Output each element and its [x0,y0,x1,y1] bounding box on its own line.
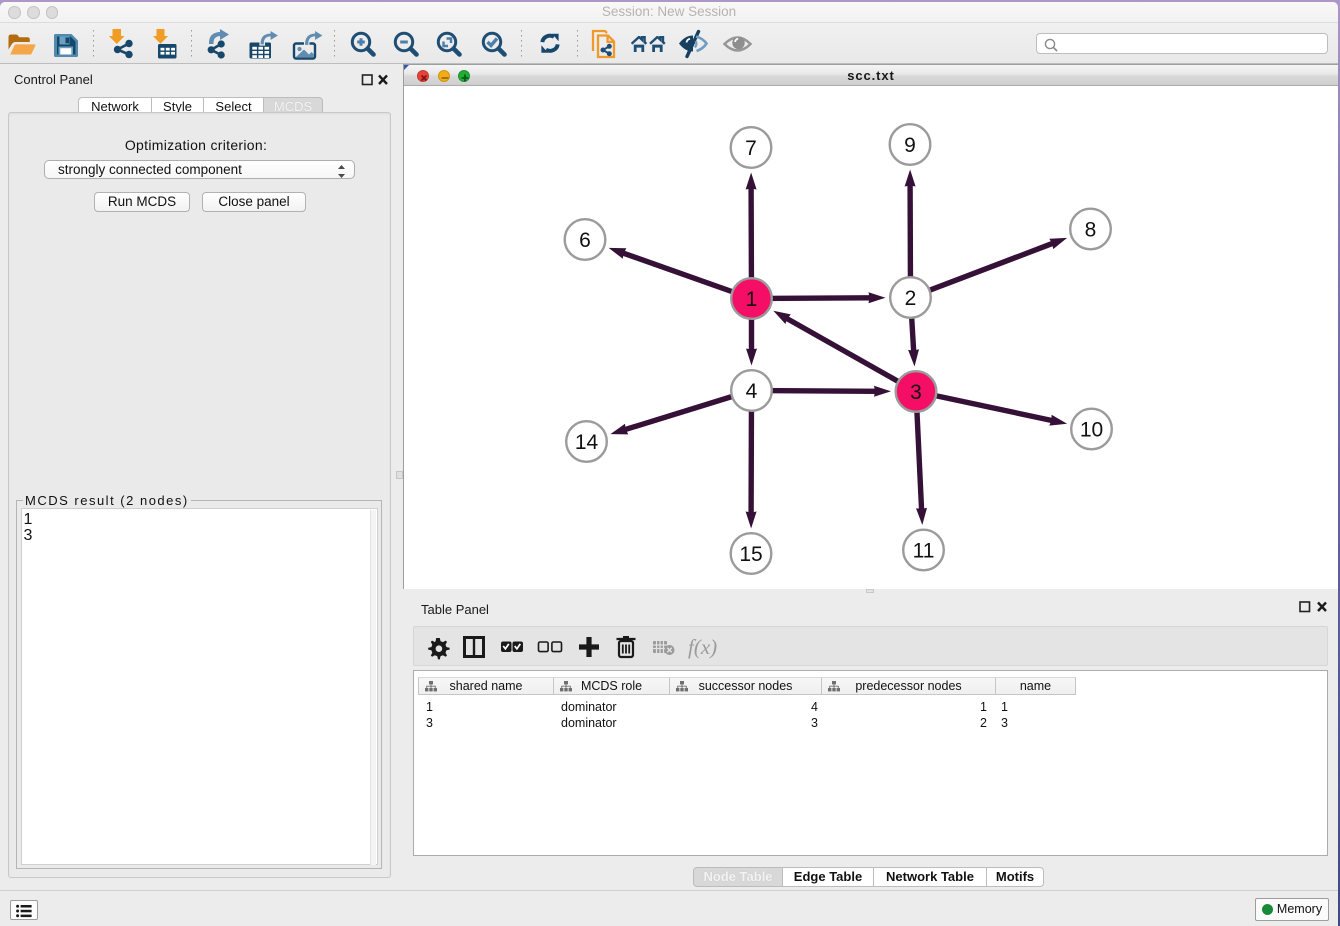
svg-text:f(x): f(x) [688,635,717,659]
svg-text:8: 8 [1085,219,1097,242]
svg-text:11: 11 [913,540,935,563]
svg-text:3: 3 [910,381,922,404]
svg-text:1: 1 [746,288,758,311]
svg-text:6: 6 [579,229,591,252]
svg-text:4: 4 [746,380,758,403]
svg-text:7: 7 [745,137,757,160]
svg-text:9: 9 [904,134,916,157]
svg-text:2: 2 [905,287,917,310]
svg-text:14: 14 [575,431,599,454]
svg-text:10: 10 [1080,419,1103,442]
svg-text:15: 15 [739,543,762,566]
